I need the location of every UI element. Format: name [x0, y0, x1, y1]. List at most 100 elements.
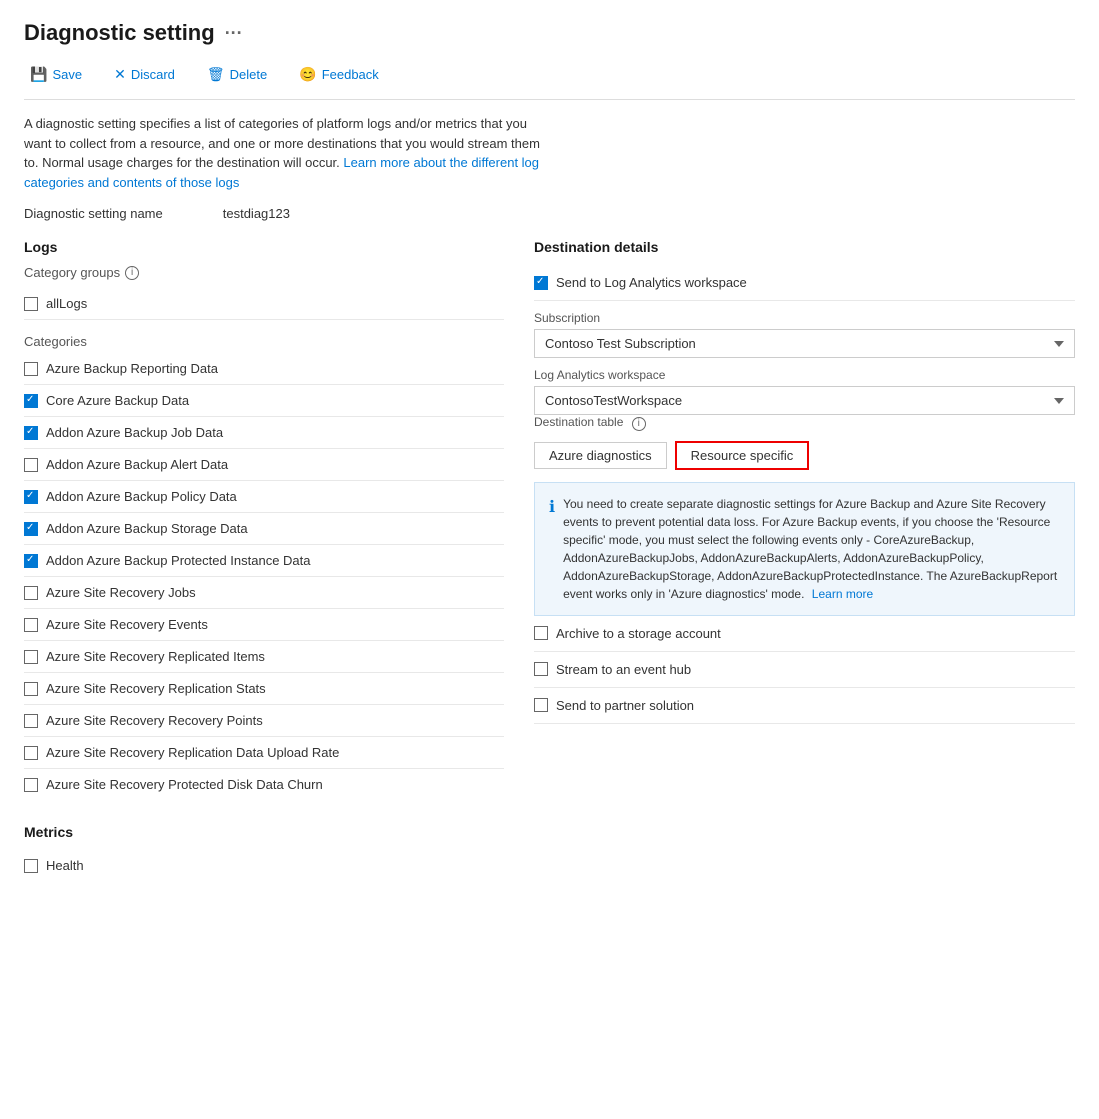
stream-event-hub-checkbox[interactable]: [534, 662, 548, 676]
send-partner-row: Send to partner solution: [534, 688, 1075, 724]
cat9-checkbox[interactable]: [24, 618, 38, 632]
cat13-checkbox[interactable]: [24, 746, 38, 760]
cat9-row: Azure Site Recovery Events: [24, 609, 504, 641]
stream-event-hub-label: Stream to an event hub: [556, 662, 691, 677]
cat5-label: Addon Azure Backup Policy Data: [46, 489, 237, 504]
cat3-label: Addon Azure Backup Job Data: [46, 425, 223, 440]
cat9-label: Azure Site Recovery Events: [46, 617, 208, 632]
cat10-label: Azure Site Recovery Replicated Items: [46, 649, 265, 664]
azure-diagnostics-tab[interactable]: Azure diagnostics: [534, 442, 667, 469]
archive-storage-label: Archive to a storage account: [556, 626, 721, 641]
stream-event-hub-row: Stream to an event hub: [534, 652, 1075, 688]
cat3-checkbox[interactable]: [24, 426, 38, 440]
cat11-label: Azure Site Recovery Replication Stats: [46, 681, 266, 696]
left-panel: Logs Category groups i allLogs Categorie…: [24, 239, 504, 881]
info-box-icon: ℹ: [549, 496, 555, 603]
cat12-row: Azure Site Recovery Recovery Points: [24, 705, 504, 737]
cat14-checkbox[interactable]: [24, 778, 38, 792]
categories-label: Categories: [24, 334, 504, 349]
archive-storage-row: Archive to a storage account: [534, 616, 1075, 652]
subscription-label: Subscription: [534, 311, 1075, 325]
metrics-section: Metrics Health: [24, 824, 504, 881]
logs-section-title: Logs: [24, 239, 504, 255]
diag-name-value: testdiag123: [223, 206, 290, 221]
category-groups-label: Category groups i: [24, 265, 504, 280]
delete-button[interactable]: 🗑 Delete: [201, 62, 273, 87]
cat11-checkbox[interactable]: [24, 682, 38, 696]
metrics-section-title: Metrics: [24, 824, 504, 840]
all-logs-row: allLogs: [24, 288, 504, 320]
info-box-learn-more-link[interactable]: Learn more: [812, 587, 873, 601]
cat10-row: Azure Site Recovery Replicated Items: [24, 641, 504, 673]
categories-section: Categories Azure Backup Reporting Data C…: [24, 334, 504, 800]
log-analytics-workspace-select[interactable]: ContosoTestWorkspace: [534, 386, 1075, 415]
description: A diagnostic setting specifies a list of…: [24, 114, 544, 192]
resource-specific-tab[interactable]: Resource specific: [675, 441, 810, 470]
send-log-analytics-row: Send to Log Analytics workspace: [534, 265, 1075, 301]
cat10-checkbox[interactable]: [24, 650, 38, 664]
cat2-row: Core Azure Backup Data: [24, 385, 504, 417]
save-button[interactable]: 💾 Save: [24, 62, 88, 87]
health-label: Health: [46, 858, 84, 873]
cat14-label: Azure Site Recovery Protected Disk Data …: [46, 777, 323, 792]
cat13-label: Azure Site Recovery Replication Data Upl…: [46, 745, 339, 760]
cat1-checkbox[interactable]: [24, 362, 38, 376]
cat2-checkbox[interactable]: [24, 394, 38, 408]
feedback-button[interactable]: 😊 Feedback: [293, 62, 385, 87]
all-logs-checkbox[interactable]: [24, 297, 38, 311]
log-analytics-workspace-label: Log Analytics workspace: [534, 368, 1075, 382]
send-partner-label: Send to partner solution: [556, 698, 694, 713]
archive-storage-checkbox[interactable]: [534, 626, 548, 640]
destination-info-box: ℹ You need to create separate diagnostic…: [534, 482, 1075, 616]
cat1-label: Azure Backup Reporting Data: [46, 361, 218, 376]
cat4-checkbox[interactable]: [24, 458, 38, 472]
subscription-select[interactable]: Contoso Test Subscription: [534, 329, 1075, 358]
cat8-row: Azure Site Recovery Jobs: [24, 577, 504, 609]
cat7-checkbox[interactable]: [24, 554, 38, 568]
cat6-checkbox[interactable]: [24, 522, 38, 536]
cat1-row: Azure Backup Reporting Data: [24, 353, 504, 385]
save-icon: 💾: [30, 66, 47, 83]
cat12-label: Azure Site Recovery Recovery Points: [46, 713, 263, 728]
cat5-row: Addon Azure Backup Policy Data: [24, 481, 504, 513]
cat13-row: Azure Site Recovery Replication Data Upl…: [24, 737, 504, 769]
cat4-label: Addon Azure Backup Alert Data: [46, 457, 228, 472]
discard-button[interactable]: ✕ Discard: [108, 62, 181, 87]
send-log-analytics-checkbox[interactable]: [534, 276, 548, 290]
health-row: Health: [24, 850, 504, 881]
health-checkbox[interactable]: [24, 859, 38, 873]
destination-table-label: Destination table i: [534, 415, 1075, 431]
all-logs-label: allLogs: [46, 296, 87, 311]
cat4-row: Addon Azure Backup Alert Data: [24, 449, 504, 481]
subscription-field: Subscription Contoso Test Subscription: [534, 311, 1075, 358]
destination-table-tabs: Azure diagnostics Resource specific: [534, 441, 1075, 470]
page-title: Diagnostic setting ···: [24, 20, 1075, 46]
diag-name-label: Diagnostic setting name: [24, 206, 163, 221]
cat6-label: Addon Azure Backup Storage Data: [46, 521, 248, 536]
feedback-icon: 😊: [299, 66, 316, 83]
cat6-row: Addon Azure Backup Storage Data: [24, 513, 504, 545]
cat7-label: Addon Azure Backup Protected Instance Da…: [46, 553, 311, 568]
main-layout: Logs Category groups i allLogs Categorie…: [24, 239, 1075, 881]
destination-section-title: Destination details: [534, 239, 1075, 255]
cat14-row: Azure Site Recovery Protected Disk Data …: [24, 769, 504, 800]
cat5-checkbox[interactable]: [24, 490, 38, 504]
send-partner-checkbox[interactable]: [534, 698, 548, 712]
cat8-checkbox[interactable]: [24, 586, 38, 600]
page-title-ellipsis: ···: [225, 23, 243, 44]
cat12-checkbox[interactable]: [24, 714, 38, 728]
cat2-label: Core Azure Backup Data: [46, 393, 189, 408]
cat7-row: Addon Azure Backup Protected Instance Da…: [24, 545, 504, 577]
cat11-row: Azure Site Recovery Replication Stats: [24, 673, 504, 705]
destination-table-field: Destination table i Azure diagnostics Re…: [534, 415, 1075, 470]
right-panel: Destination details Send to Log Analytic…: [534, 239, 1075, 881]
log-analytics-workspace-field: Log Analytics workspace ContosoTestWorks…: [534, 368, 1075, 415]
diagnostic-setting-name-row: Diagnostic setting name testdiag123: [24, 206, 1075, 221]
category-groups-info-icon: i: [125, 266, 139, 280]
cat3-row: Addon Azure Backup Job Data: [24, 417, 504, 449]
info-box-content: You need to create separate diagnostic s…: [563, 495, 1060, 603]
cat8-label: Azure Site Recovery Jobs: [46, 585, 196, 600]
delete-icon: 🗑: [207, 66, 225, 83]
destination-table-info-icon: i: [632, 417, 646, 431]
discard-icon: ✕: [114, 66, 126, 83]
